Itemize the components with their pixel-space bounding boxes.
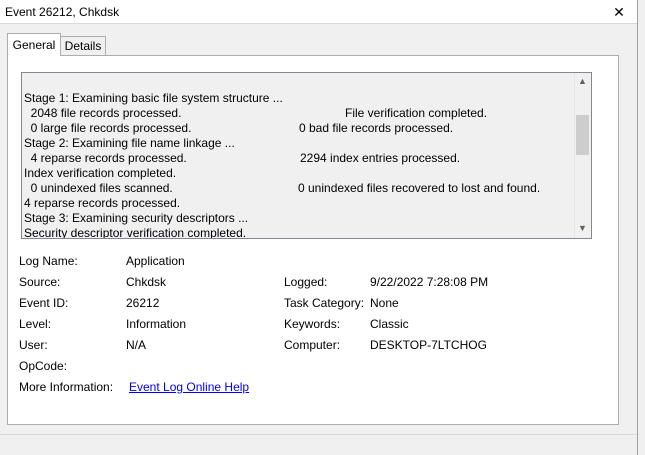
scroll-thumb[interactable]: [576, 115, 589, 155]
tab-general[interactable]: General: [7, 33, 61, 56]
window-title: Event 26212, Chkdsk: [5, 5, 120, 19]
user-label: User:: [19, 338, 48, 352]
source-label: Source:: [19, 275, 61, 289]
computer-value: DESKTOP-7LTCHOG: [370, 338, 487, 352]
description-scrollbar[interactable]: [574, 73, 591, 238]
more-information-label: More Information:: [19, 380, 114, 394]
event-id-value: 26212: [126, 296, 160, 310]
description-line: Index verification completed.: [24, 166, 177, 180]
description-line: Security descriptor verification complet…: [24, 226, 247, 239]
user-value: N/A: [126, 338, 147, 352]
computer-label: Computer:: [284, 338, 341, 352]
logged-label: Logged:: [284, 275, 328, 289]
description-line: Stage 1: Examining basic file system str…: [24, 91, 283, 105]
event-log-online-help-link[interactable]: Event Log Online Help: [129, 380, 249, 394]
description-line: 0 unindexed files scanned.: [24, 181, 173, 195]
event-description[interactable]: Stage 1: Examining basic file system str…: [21, 72, 592, 239]
source-value: Chkdsk: [126, 275, 167, 289]
logged-value: 9/22/2022 7:28:08 PM: [370, 275, 489, 289]
event-id-label: Event ID:: [19, 296, 69, 310]
task-category-label: Task Category:: [284, 296, 365, 310]
close-icon[interactable]: ✕: [609, 3, 629, 21]
window-divider: [0, 434, 637, 435]
level-value: Information: [126, 317, 187, 331]
window-edge: [637, 0, 645, 455]
description-line: 2048 file records processed.: [24, 106, 182, 120]
level-label: Level:: [19, 317, 52, 331]
scroll-down-icon[interactable]: ▼: [574, 220, 591, 237]
tab-details[interactable]: Details: [60, 36, 106, 55]
title-bar: Event 26212, Chkdsk ✕: [0, 0, 637, 24]
description-line: File verification completed.: [345, 106, 488, 120]
log-name-label: Log Name:: [19, 254, 78, 268]
description-line: 4 reparse records processed.: [24, 196, 181, 210]
scroll-up-icon[interactable]: ▲: [574, 73, 591, 90]
keywords-value: Classic: [370, 317, 409, 331]
keywords-label: Keywords:: [284, 317, 341, 331]
description-line: 4 reparse records processed.: [24, 151, 187, 165]
description-line: 0 bad file records processed.: [299, 121, 454, 135]
description-line: 0 unindexed files recovered to lost and …: [298, 181, 541, 195]
description-line: Stage 2: Examining file name linkage ...: [24, 136, 235, 150]
opcode-label: OpCode:: [19, 359, 68, 373]
task-category-value: None: [370, 296, 399, 310]
description-line: 0 large file records processed.: [24, 121, 192, 135]
description-line: 2294 index entries processed.: [300, 151, 461, 165]
description-line: Stage 3: Examining security descriptors …: [24, 211, 249, 225]
log-name-value: Application: [126, 254, 185, 268]
